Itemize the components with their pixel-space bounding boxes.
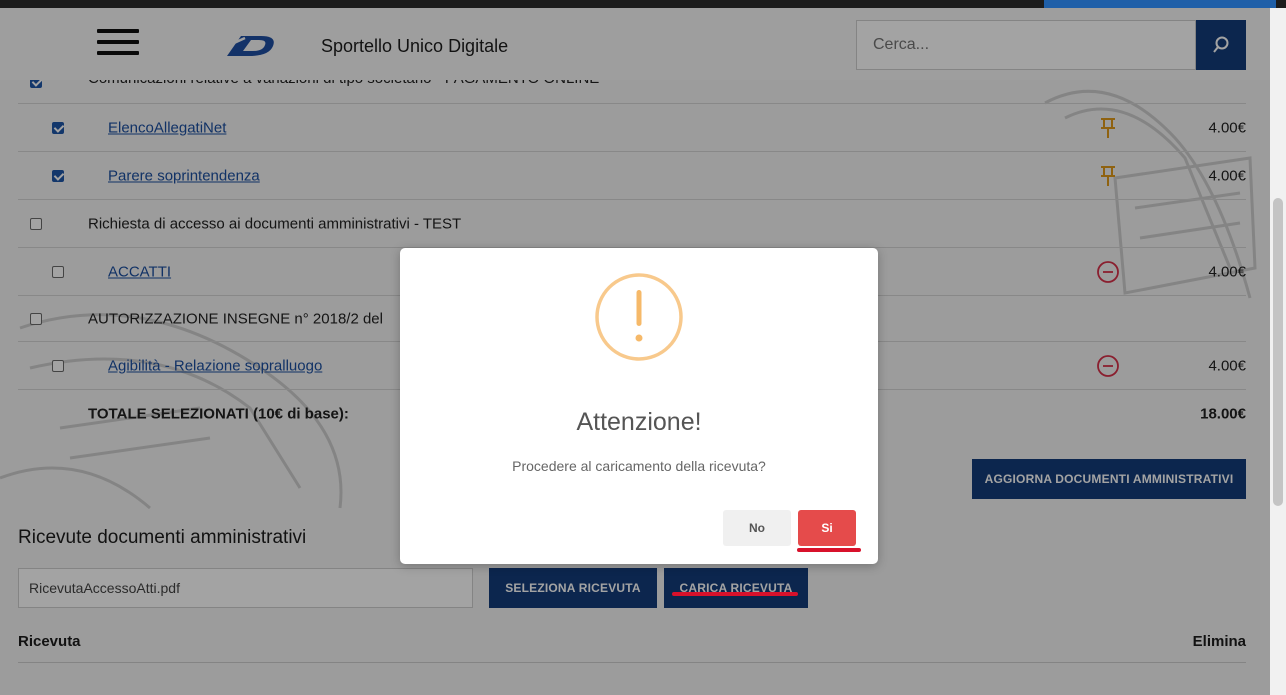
- annotation-underline: [797, 548, 861, 552]
- warning-icon: [595, 273, 683, 361]
- annotation-underline: [672, 592, 798, 596]
- scrollbar-track[interactable]: [1270, 8, 1286, 695]
- scrollbar-thumb[interactable]: [1273, 198, 1283, 506]
- dialog-title: Attenzione!: [576, 408, 702, 436]
- confirm-button[interactable]: Si: [798, 510, 856, 546]
- confirm-dialog: Attenzione! Procedere al caricamento del…: [400, 248, 878, 564]
- dialog-message: Procedere al caricamento della ricevuta?: [512, 458, 766, 474]
- cancel-button[interactable]: No: [723, 510, 791, 546]
- top-bar: [0, 0, 1286, 8]
- top-bar-accent: [1044, 0, 1276, 8]
